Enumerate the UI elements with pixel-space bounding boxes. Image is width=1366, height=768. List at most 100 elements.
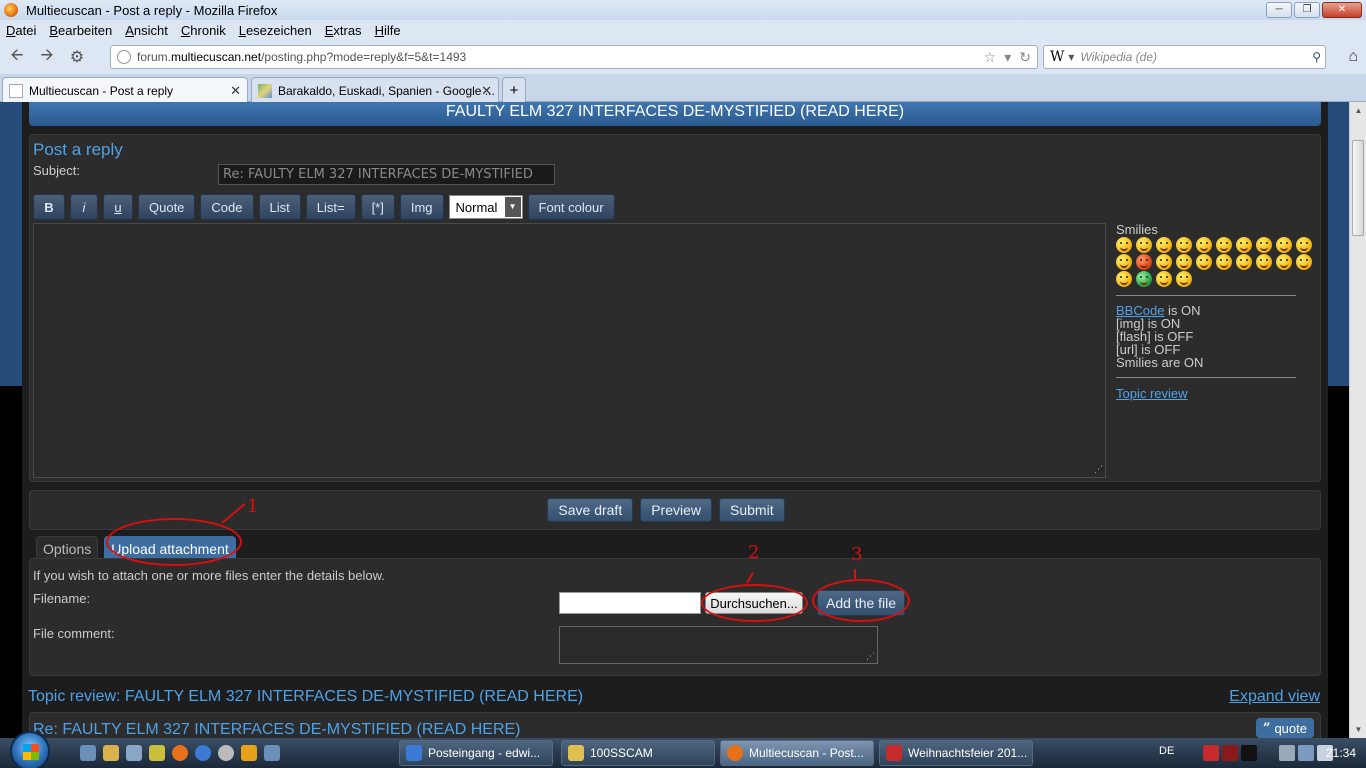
clock[interactable]: 21:34 xyxy=(1326,746,1356,760)
calculator-icon[interactable] xyxy=(126,745,142,761)
smiley-icon[interactable] xyxy=(1196,254,1212,270)
quote-bbcode-button[interactable]: Quote xyxy=(138,194,196,220)
smiley-icon[interactable] xyxy=(1196,237,1212,253)
code-button[interactable]: Code xyxy=(200,194,254,220)
smiley-icon[interactable] xyxy=(1156,254,1172,270)
question-icon[interactable] xyxy=(1256,254,1272,270)
network-tray-icon[interactable] xyxy=(1298,745,1314,761)
menu-ansicht[interactable]: Ansicht xyxy=(125,23,168,38)
resize-grip-icon[interactable]: ⋰ xyxy=(866,651,875,662)
tab-post-reply[interactable]: Multiecuscan - Post a reply ✕ xyxy=(2,77,248,103)
blocked-tray-icon[interactable] xyxy=(1222,745,1238,761)
chrome-icon[interactable] xyxy=(218,745,234,761)
arrow-icon[interactable] xyxy=(1296,254,1312,270)
smiley-icon[interactable] xyxy=(1176,254,1192,270)
tab-options[interactable]: Options xyxy=(36,536,99,560)
app-icon[interactable] xyxy=(149,745,165,761)
exclamation-icon[interactable] xyxy=(1236,254,1252,270)
restore-button[interactable]: ❐ xyxy=(1294,2,1320,18)
smiley-icon[interactable] xyxy=(1176,271,1192,287)
green-smiley-icon[interactable] xyxy=(1136,271,1152,287)
file-path-input[interactable] xyxy=(559,592,701,614)
menu-lesezeichen[interactable]: Lesezeichen xyxy=(239,23,312,38)
smiley-icon[interactable] xyxy=(1216,254,1232,270)
menu-extras[interactable]: Extras xyxy=(325,23,362,38)
save-draft-button[interactable]: Save draft xyxy=(547,498,634,522)
bold-button[interactable]: B xyxy=(33,194,65,220)
taskbar-item-folder[interactable]: 100SSCAM xyxy=(561,740,715,766)
italic-button[interactable]: i xyxy=(70,194,98,220)
network-icon[interactable] xyxy=(264,745,280,761)
smiley-icon[interactable] xyxy=(1216,237,1232,253)
close-tab-icon[interactable]: ✕ xyxy=(481,83,492,99)
smiley-icon[interactable] xyxy=(1296,237,1312,253)
search-icon[interactable]: ⚲ xyxy=(1312,50,1321,64)
font-colour-button[interactable]: Font colour xyxy=(527,194,615,220)
scroll-down-icon[interactable]: ▼ xyxy=(1350,721,1366,738)
subject-input[interactable]: Re: FAULTY ELM 327 INTERFACES DE-MYSTIFI… xyxy=(218,164,555,185)
smiley-icon[interactable] xyxy=(1236,237,1252,253)
taskbar-item-thunderbird[interactable]: Posteingang - edwi... xyxy=(399,740,553,766)
menu-datei[interactable]: Datei xyxy=(6,23,36,38)
taskbar-item-pdf[interactable]: Weihnachtsfeier 201... xyxy=(879,740,1033,766)
url-dropdown-icon[interactable]: ▾ xyxy=(1004,49,1011,66)
topic-review-link[interactable]: Topic review xyxy=(1116,386,1188,401)
menu-hilfe[interactable]: Hilfe xyxy=(375,23,401,38)
smiley-icon[interactable] xyxy=(1116,237,1132,253)
page-scrollbar[interactable]: ▲ ▼ xyxy=(1349,102,1366,738)
thunderbird-icon[interactable] xyxy=(195,745,211,761)
forward-button[interactable]: 🡪 xyxy=(34,44,60,70)
minimize-button[interactable]: ─ xyxy=(1266,2,1292,18)
review-post-title[interactable]: Re: FAULTY ELM 327 INTERFACES DE-MYSTIFI… xyxy=(33,721,521,738)
file-comment-textarea[interactable]: ⋰ xyxy=(559,626,878,664)
language-indicator[interactable]: DE xyxy=(1159,745,1174,757)
search-bar[interactable]: W ▾ Wikipedia (de) ⚲ xyxy=(1043,45,1326,69)
start-button[interactable] xyxy=(10,731,50,768)
menu-chronik[interactable]: Chronik xyxy=(181,23,226,38)
angry-smiley-icon[interactable] xyxy=(1136,254,1152,270)
wikipedia-icon[interactable]: W xyxy=(1050,49,1064,65)
acrobat-tray-icon[interactable] xyxy=(1203,745,1219,761)
firefox-icon[interactable] xyxy=(172,745,188,761)
site-identity-icon[interactable] xyxy=(117,50,131,64)
tray-expand-icon[interactable] xyxy=(1260,745,1276,761)
quote-button[interactable]: ” quote xyxy=(1255,718,1314,738)
expand-view-link[interactable]: Expand view xyxy=(1229,688,1320,706)
history-button[interactable]: ⚙ xyxy=(64,44,90,70)
media-player-icon[interactable] xyxy=(241,745,257,761)
back-button[interactable]: 🡨 xyxy=(4,44,30,70)
reload-icon[interactable]: ↻ xyxy=(1019,49,1031,66)
tab-google-maps[interactable]: Barakaldo, Euskadi, Spanien - Google ...… xyxy=(251,77,499,103)
scroll-up-icon[interactable]: ▲ xyxy=(1350,102,1366,119)
taskbar-item-firefox[interactable]: Multiecuscan - Post... xyxy=(720,740,874,766)
smiley-icon[interactable] xyxy=(1116,271,1132,287)
scroll-thumb[interactable] xyxy=(1352,140,1364,236)
font-size-select[interactable]: Normal ▼ xyxy=(448,195,523,219)
idea-icon[interactable] xyxy=(1276,254,1292,270)
list-item-button[interactable]: [*] xyxy=(360,194,395,220)
new-tab-button[interactable]: + xyxy=(502,77,526,103)
url-bar[interactable]: forum. multiecuscan.net/posting.php?mode=… xyxy=(110,45,1038,69)
close-window-button[interactable]: ✕ xyxy=(1322,2,1362,18)
tray-app-icon[interactable] xyxy=(1241,745,1257,761)
submit-button[interactable]: Submit xyxy=(719,498,785,522)
smiley-icon[interactable] xyxy=(1156,271,1172,287)
ordered-list-button[interactable]: List= xyxy=(305,194,356,220)
explorer-icon[interactable] xyxy=(103,745,119,761)
message-textarea[interactable]: ⋰ xyxy=(33,223,1106,478)
smiley-icon[interactable] xyxy=(1116,254,1132,270)
smiley-icon[interactable] xyxy=(1136,237,1152,253)
close-tab-icon[interactable]: ✕ xyxy=(230,83,241,99)
bookmark-star-icon[interactable]: ☆ xyxy=(984,49,997,66)
battery-icon[interactable] xyxy=(1279,745,1295,761)
underline-button[interactable]: u xyxy=(103,194,133,220)
smiley-icon[interactable] xyxy=(1176,237,1192,253)
show-desktop-icon[interactable] xyxy=(80,745,96,761)
smiley-icon[interactable] xyxy=(1256,237,1272,253)
smiley-icon[interactable] xyxy=(1156,237,1172,253)
home-icon[interactable]: ⌂ xyxy=(1348,48,1358,66)
preview-button[interactable]: Preview xyxy=(640,498,713,522)
menu-bearbeiten[interactable]: Bearbeiten xyxy=(49,23,112,38)
list-button[interactable]: List xyxy=(258,194,301,220)
search-engine-dropdown-icon[interactable]: ▾ xyxy=(1068,50,1074,64)
